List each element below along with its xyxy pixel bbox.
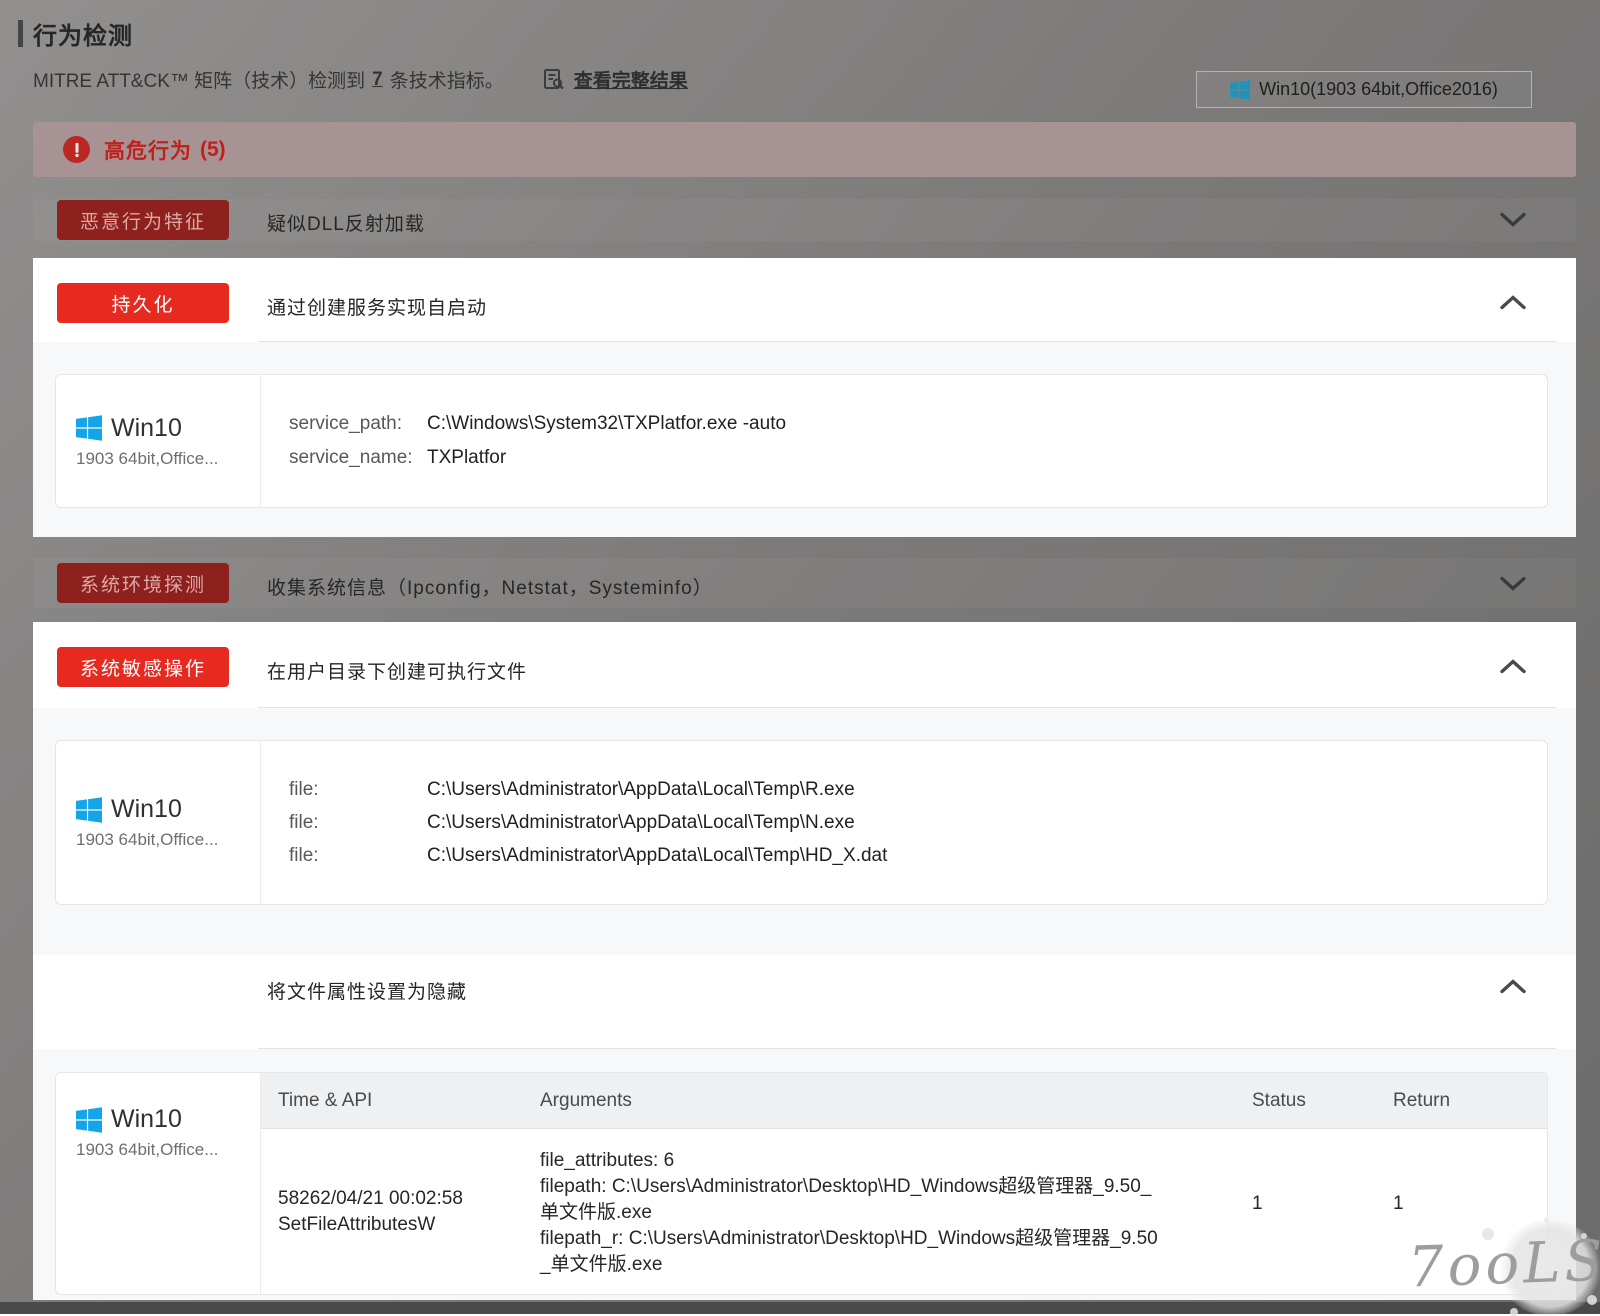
machine-name: Win10 (111, 413, 182, 442)
mitre-summary: MITRE ATT&CK™ 矩阵（技术）检测到 7 条技术指标。 查看完整结果 (33, 66, 688, 93)
args-line: filepath: C:\Users\Administrator\Desktop… (540, 1176, 1152, 1197)
chevron-down-icon[interactable] (1500, 576, 1526, 591)
kv-key: file: (289, 811, 319, 833)
env-badge-label: Win10(1903 64bit,Office2016) (1259, 79, 1498, 99)
args-line: 单文件版.exe (540, 1202, 652, 1223)
doc-search-icon (542, 68, 565, 91)
kv-key: service_path: (289, 413, 403, 434)
windows-logo-icon (76, 796, 102, 823)
machine-panel: Win10 1903 64bit,Office... (56, 741, 261, 904)
file-row: file: C:\Users\Administrator\AppData\Loc… (289, 845, 1547, 867)
time-line: 58262/04/21 00:02:58 (278, 1188, 463, 1209)
args-line: _单文件版.exe (540, 1254, 663, 1275)
mitre-summary-suffix: 条技术指标。 (389, 71, 504, 92)
detection-card-files: Win10 1903 64bit,Office... file: C:\User… (55, 740, 1548, 905)
section-title-malicious: 疑似DLL反射加载 (267, 214, 425, 235)
tag-button-env-probe[interactable]: 系统环境探测 (57, 563, 229, 603)
tag-button-sensitive[interactable]: 系统敏感操作 (57, 647, 229, 687)
section-row-env-probe[interactable]: 系统环境探测 收集系统信息（Ipconfig，Netstat，Systeminf… (33, 558, 1576, 608)
cell-time-api: 58262/04/21 00:02:58 SetFileAttributesW (261, 1129, 540, 1294)
header-status: Status (1252, 1089, 1306, 1111)
cell-arguments: file_attributes: 6 filepath: C:\Users\Ad… (540, 1129, 1235, 1294)
indicator-count: 7 (372, 68, 383, 90)
section-title-sensitive: 在用户目录下创建可执行文件 (267, 662, 528, 683)
args-line: filepath_r: C:\Users\Administrator\Deskt… (540, 1228, 1158, 1249)
divider (258, 341, 1556, 342)
machine-subtitle: 1903 64bit,Office... (76, 830, 219, 849)
cell-status: 1 (1252, 1193, 1263, 1214)
section-title-persistence: 通过创建服务实现自启动 (267, 298, 488, 319)
machine-name: Win10 (111, 795, 182, 823)
kv-value: C:\Users\Administrator\AppData\Local\Tem… (427, 844, 888, 866)
page-title: 行为检测 (33, 23, 133, 50)
divider (258, 1048, 1556, 1049)
title-accent-bar (18, 20, 23, 47)
chevron-down-icon[interactable] (1500, 212, 1526, 227)
windows-logo-icon (76, 415, 102, 441)
kv-value: TXPlatfor (427, 447, 507, 468)
table-row: 58262/04/21 00:02:58 SetFileAttributesW … (261, 1129, 1547, 1294)
section-panel-persistence: 持久化 通过创建服务实现自启动 Win10 1903 64bit,Office.… (33, 258, 1576, 537)
detection-card-api-table: Win10 1903 64bit,Office... Time & API Ar… (55, 1072, 1548, 1295)
behavior-detection-page: 行为检测 MITRE ATT&CK™ 矩阵（技术）检测到 7 条技术指标。 查看… (0, 0, 1600, 1316)
kv-key: file: (289, 778, 319, 800)
env-badge[interactable]: Win10(1903 64bit,Office2016) (1196, 71, 1532, 108)
machine-subtitle: 1903 64bit,Office... (76, 448, 219, 468)
args-line: file_attributes: 6 (540, 1150, 675, 1171)
mitre-summary-prefix: MITRE ATT&CK™ 矩阵（技术）检测到 (33, 71, 366, 92)
machine-panel: Win10 1903 64bit,Office... (56, 375, 261, 507)
table-header-row: Time & API Arguments Status Return (261, 1073, 1547, 1129)
kv-value: C:\Windows\System32\TXPlatfor.exe -auto (427, 413, 787, 434)
page-title-row: 行为检测 (18, 16, 133, 51)
kv-row: service_name: TXPlatfor (289, 447, 1547, 469)
header-time-api: Time & API (278, 1089, 373, 1111)
machine-panel: Win10 1903 64bit,Office... (56, 1073, 261, 1294)
section-panel-sensitive: 系统敏感操作 在用户目录下创建可执行文件 Win10 1903 64bit,Of… (33, 622, 1576, 1300)
api-line: SetFileAttributesW (278, 1214, 436, 1235)
file-row: file: C:\Users\Administrator\AppData\Loc… (289, 812, 1547, 834)
kv-value: C:\Users\Administrator\AppData\Local\Tem… (427, 778, 855, 800)
kv-key: service_name: (289, 447, 413, 468)
chevron-up-icon[interactable] (1500, 295, 1526, 310)
section-title-hide-attr: 将文件属性设置为隐藏 (267, 982, 468, 1003)
machine-subtitle: 1903 64bit,Office... (76, 1140, 219, 1159)
high-risk-banner[interactable]: 高危行为 (5) (33, 122, 1576, 177)
view-full-results-link[interactable]: 查看完整结果 (574, 66, 688, 93)
divider (258, 707, 1556, 708)
header-return: Return (1393, 1089, 1451, 1111)
bottom-bar (0, 1302, 1600, 1314)
windows-logo-icon (76, 1106, 102, 1133)
section-title-env-probe: 收集系统信息（Ipconfig，Netstat，Systeminfo） (267, 578, 713, 599)
kv-value: C:\Users\Administrator\AppData\Local\Tem… (427, 811, 855, 833)
alert-icon (63, 136, 90, 163)
kv-key: file: (289, 844, 319, 866)
high-risk-label: 高危行为 (104, 139, 192, 163)
cell-return: 1 (1393, 1193, 1404, 1214)
file-row: file: C:\Users\Administrator\AppData\Loc… (289, 779, 1547, 801)
section-row-malicious[interactable]: 恶意行为特征 疑似DLL反射加载 (33, 199, 1576, 241)
tag-button-malicious[interactable]: 恶意行为特征 (57, 200, 229, 240)
header-arguments: Arguments (540, 1089, 632, 1111)
tag-button-persistence[interactable]: 持久化 (57, 283, 229, 323)
chevron-up-icon[interactable] (1500, 979, 1526, 994)
detection-card-service: Win10 1903 64bit,Office... service_path:… (55, 374, 1548, 508)
high-risk-count: (5) (200, 137, 226, 161)
windows-logo-icon (1230, 79, 1251, 100)
kv-row: service_path: C:\Windows\System32\TXPlat… (289, 413, 1547, 435)
machine-name: Win10 (111, 1105, 182, 1133)
chevron-up-icon[interactable] (1500, 659, 1526, 674)
